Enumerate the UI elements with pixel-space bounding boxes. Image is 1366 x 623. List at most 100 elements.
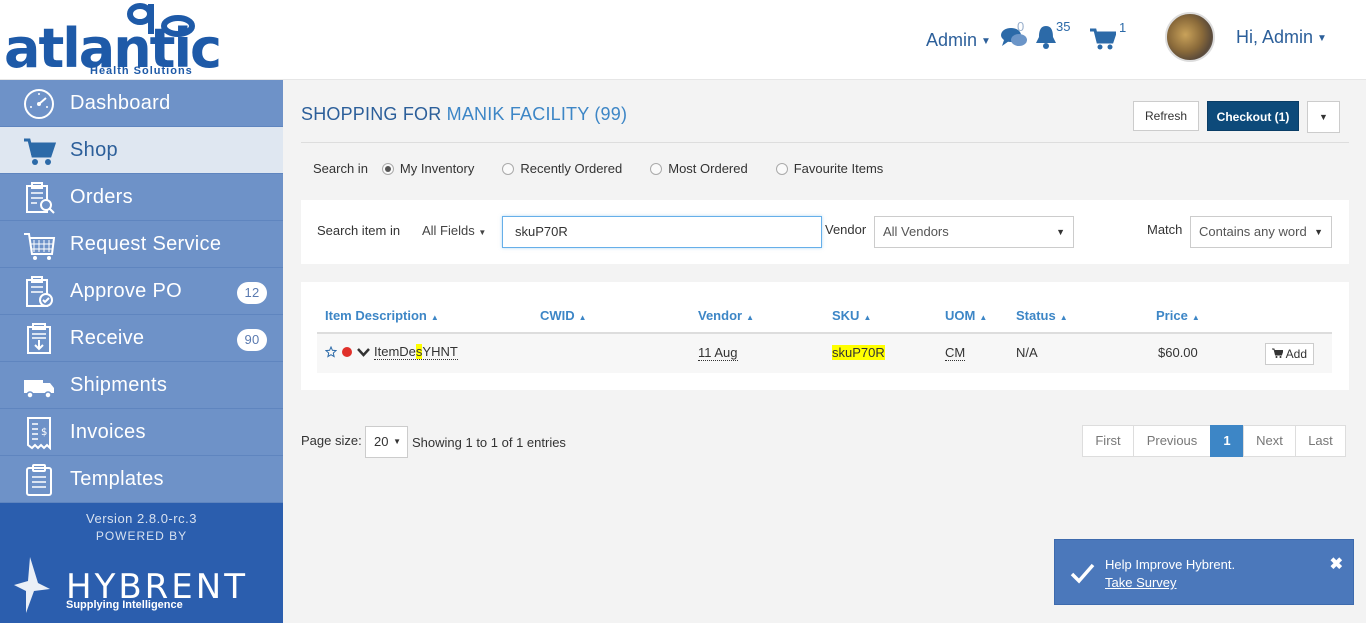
caret-down-icon: ▼ xyxy=(1319,112,1328,122)
page-size-select[interactable]: 20 ▼ xyxy=(365,426,408,458)
sidebar-item-templates[interactable]: Templates xyxy=(0,456,283,503)
checkmark-icon xyxy=(1070,563,1095,584)
facility-name[interactable]: MANIK FACILITY (99) xyxy=(447,104,628,124)
column-header-price[interactable]: Price ▲ xyxy=(1156,308,1200,323)
add-to-cart-button[interactable]: Add xyxy=(1265,343,1314,365)
status-cell: N/A xyxy=(1016,345,1038,360)
radio-label: My Inventory xyxy=(399,161,475,176)
description-text: ItemDe xyxy=(374,344,416,359)
page-previous-button[interactable]: Previous xyxy=(1133,425,1211,457)
sort-asc-icon: ▲ xyxy=(1059,313,1068,322)
vendor-select[interactable]: All Vendors ▼ xyxy=(874,216,1074,248)
take-survey-link[interactable]: Take Survey xyxy=(1105,575,1177,590)
refresh-button[interactable]: Refresh xyxy=(1133,101,1199,131)
bell-icon[interactable] xyxy=(1034,24,1058,50)
radio-unchecked-icon xyxy=(775,162,788,175)
match-label: Match xyxy=(1147,222,1183,237)
sidebar-item-shop[interactable]: Shop xyxy=(0,127,283,174)
caret-down-icon: ▼ xyxy=(1056,227,1065,237)
sidebar-item-dashboard[interactable]: Dashboard xyxy=(0,80,283,127)
sidebar-item-label: Shop xyxy=(70,138,118,161)
caret-down-icon: ▼ xyxy=(478,228,487,237)
admin-dropdown[interactable]: Admin ▼ xyxy=(926,30,991,51)
favorite-star-icon[interactable] xyxy=(325,346,337,358)
sidebar-item-shipments[interactable]: Shipments xyxy=(0,362,283,409)
column-header-item-description[interactable]: Item Description ▲ xyxy=(325,308,439,323)
page-first-button[interactable]: First xyxy=(1082,425,1134,457)
powered-by-text: POWERED BY xyxy=(95,529,188,543)
sidebar-item-invoices[interactable]: $ Invoices xyxy=(0,409,283,456)
sidebar-item-request-service[interactable]: Request Service xyxy=(0,221,283,268)
column-header-sku[interactable]: SKU ▲ xyxy=(832,308,871,323)
uom-cell[interactable]: CM xyxy=(945,345,966,361)
vendor-label: Vendor xyxy=(825,222,867,237)
close-icon[interactable]: ✖ xyxy=(1330,554,1343,574)
match-select[interactable]: Contains any word ▼ xyxy=(1190,216,1332,248)
radio-label: Favourite Items xyxy=(793,161,884,176)
column-header-uom[interactable]: UOM ▲ xyxy=(945,308,987,323)
pagination: First Previous 1 Next Last xyxy=(1082,425,1346,457)
price-cell: $60.00 xyxy=(1158,345,1198,360)
column-header-status[interactable]: Status ▲ xyxy=(1016,308,1068,323)
radio-most-ordered[interactable]: Most Ordered xyxy=(650,161,748,176)
fields-dropdown[interactable]: All Fields ▼ xyxy=(422,223,486,238)
templates-icon xyxy=(26,464,52,496)
dashboard-icon xyxy=(24,89,54,119)
request-service-icon xyxy=(24,233,56,260)
radio-my-inventory[interactable]: My Inventory xyxy=(381,161,475,176)
sidebar: Dashboard Shop Orders Request Service Ap… xyxy=(0,80,283,623)
item-description-link[interactable]: ItemDesYHNT xyxy=(374,344,458,360)
atlantic-logo[interactable]: atlantic Health Solutions xyxy=(0,0,283,80)
page-1-button[interactable]: 1 xyxy=(1210,425,1244,457)
chevron-down-icon[interactable] xyxy=(357,347,370,357)
row-actions: ItemDesYHNT xyxy=(325,344,458,360)
user-menu[interactable]: Hi, Admin ▼ xyxy=(1236,27,1327,48)
sidebar-item-label: Templates xyxy=(70,467,164,490)
sort-asc-icon: ▲ xyxy=(746,313,754,322)
page-last-button[interactable]: Last xyxy=(1295,425,1346,457)
toast-message: Help Improve Hybrent. xyxy=(1105,557,1236,572)
sidebar-item-label: Invoices xyxy=(70,420,146,443)
approve-po-icon xyxy=(26,276,53,307)
sidebar-item-approve-po[interactable]: Approve PO 12 xyxy=(0,268,283,315)
description-text: YHNT xyxy=(422,344,458,359)
invoice-icon: $ xyxy=(27,417,51,450)
search-in-label: Search in xyxy=(313,161,368,176)
vendor-cell[interactable]: 11 Aug xyxy=(698,345,738,361)
sort-asc-icon: ▲ xyxy=(1191,313,1200,322)
column-header-cwid[interactable]: CWID ▲ xyxy=(540,308,587,323)
admin-label: Admin xyxy=(926,30,978,50)
radio-label: Recently Ordered xyxy=(520,161,623,176)
sort-asc-icon: ▲ xyxy=(430,313,439,322)
sidebar-item-receive[interactable]: Receive 90 xyxy=(0,315,283,362)
radio-unchecked-icon xyxy=(650,162,663,175)
status-dot-icon xyxy=(342,347,352,357)
radio-recently-ordered[interactable]: Recently Ordered xyxy=(502,161,622,176)
svg-text:$: $ xyxy=(41,427,48,438)
more-options-button[interactable]: ▼ xyxy=(1307,101,1340,133)
page-next-button[interactable]: Next xyxy=(1243,425,1296,457)
notifications-count: 35 xyxy=(1056,19,1071,34)
cart-icon[interactable] xyxy=(1090,28,1116,50)
search-input[interactable]: skuP70R xyxy=(502,216,822,248)
radio-checked-icon xyxy=(381,162,394,175)
survey-toast: Help Improve Hybrent. Take Survey ✖ xyxy=(1054,539,1354,605)
radio-unchecked-icon xyxy=(502,162,515,175)
messages-count: 0 xyxy=(1017,19,1025,34)
vendor-select-value: All Vendors xyxy=(883,224,949,239)
radio-favourite-items[interactable]: Favourite Items xyxy=(775,161,884,176)
caret-down-icon: ▼ xyxy=(981,35,991,47)
version-text: Version 2.8.0-rc.3 xyxy=(86,511,197,526)
approve-po-badge: 12 xyxy=(237,282,267,304)
checkout-button[interactable]: Checkout (1) xyxy=(1207,101,1299,131)
title-divider xyxy=(301,142,1349,143)
receive-badge: 90 xyxy=(237,329,267,351)
sort-asc-icon: ▲ xyxy=(863,313,872,322)
user-avatar[interactable] xyxy=(1165,12,1215,62)
column-header-vendor[interactable]: Vendor ▲ xyxy=(698,308,754,323)
sidebar-item-orders[interactable]: Orders xyxy=(0,174,283,221)
results-table: Item Description ▲ CWID ▲ Vendor ▲ SKU ▲ UOM… xyxy=(301,282,1349,390)
column-header-label: CWID xyxy=(540,308,575,323)
sort-asc-icon: ▲ xyxy=(578,313,587,322)
search-panel: Search item in All Fields ▼ skuP70R Vend… xyxy=(301,200,1349,264)
